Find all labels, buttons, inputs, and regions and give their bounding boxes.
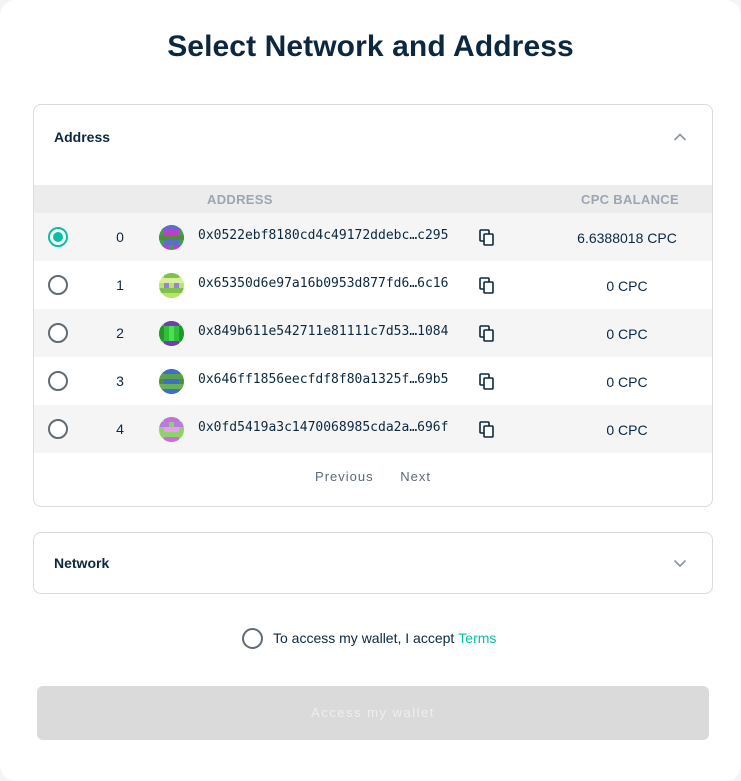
copy-icon[interactable] (479, 421, 495, 439)
address-value: 0x849b611e542711e81111c7d53…1084 (198, 324, 449, 339)
address-radio[interactable] (48, 419, 68, 439)
address-panel: Address ADDRESS CPC BALANCE 0 0x0522ebf8… (33, 104, 713, 507)
address-index: 3 (116, 373, 124, 389)
address-value: 0x646ff1856eecfdf8f80a1325f…69b5 (198, 372, 449, 387)
address-radio[interactable] (48, 323, 68, 343)
address-index: 0 (116, 229, 124, 245)
copy-icon[interactable] (479, 373, 495, 391)
address-identicon (159, 225, 184, 250)
copy-icon[interactable] (479, 277, 495, 295)
address-row[interactable]: 3 0x646ff1856eecfdf8f80a1325f…69b5 0 CPC (34, 357, 712, 405)
address-row[interactable]: 1 0x65350d6e97a16b0953d877fd6…6c16 0 CPC (34, 261, 712, 309)
address-row[interactable]: 0 0x0522ebf8180cd4c49172ddebc…c295 6.638… (34, 213, 712, 261)
address-row[interactable]: 2 0x849b611e542711e81111c7d53…1084 0 CPC (34, 309, 712, 357)
address-value: 0x0fd5419a3c1470068985cda2a…696f (198, 420, 449, 435)
address-balance: 0 CPC (606, 422, 648, 438)
address-identicon (159, 369, 184, 394)
network-panel-title: Network (54, 555, 110, 571)
access-wallet-card: Select Network and Address Address ADDRE… (0, 0, 741, 781)
address-index: 1 (116, 277, 124, 293)
address-panel-header[interactable]: Address (34, 105, 712, 169)
terms-text: To access my wallet, I accept (273, 630, 455, 646)
terms-radio[interactable] (242, 627, 263, 649)
address-balance: 0 CPC (606, 278, 648, 294)
copy-icon[interactable] (479, 229, 495, 247)
address-identicon (159, 321, 184, 346)
address-table-header: ADDRESS CPC BALANCE (34, 185, 712, 213)
address-balance: 0 CPC (606, 374, 648, 390)
chevron-down-icon[interactable] (672, 555, 688, 571)
access-wallet-button[interactable]: Access my wallet (37, 686, 709, 740)
network-panel: Network (33, 532, 713, 594)
address-radio[interactable] (48, 371, 68, 391)
address-balance: 6.6388018 CPC (577, 230, 677, 246)
address-index: 4 (116, 421, 124, 437)
address-value: 0x65350d6e97a16b0953d877fd6…6c16 (198, 276, 449, 291)
page-title: Select Network and Address (167, 30, 574, 63)
address-balance: 0 CPC (606, 326, 648, 342)
address-identicon (159, 417, 184, 442)
previous-page-button[interactable]: Previous (304, 469, 385, 484)
next-page-button[interactable]: Next (389, 469, 442, 484)
address-radio[interactable] (48, 275, 68, 295)
terms-link[interactable]: Terms (458, 630, 496, 646)
address-value: 0x0522ebf8180cd4c49172ddebc…c295 (198, 228, 449, 243)
address-radio[interactable] (48, 227, 68, 247)
chevron-up-icon[interactable] (672, 129, 688, 145)
address-identicon (159, 273, 184, 298)
column-header-address: ADDRESS (207, 192, 273, 207)
copy-icon[interactable] (479, 325, 495, 343)
terms-agreement: To access my wallet, I accept Terms (242, 627, 496, 649)
address-panel-title: Address (54, 129, 111, 145)
column-header-balance: CPC BALANCE (581, 192, 679, 207)
address-row[interactable]: 4 0x0fd5419a3c1470068985cda2a…696f 0 CPC (34, 405, 712, 453)
network-panel-header[interactable]: Network (34, 533, 712, 593)
pagination: Previous Next (34, 469, 712, 484)
address-index: 2 (116, 325, 124, 341)
